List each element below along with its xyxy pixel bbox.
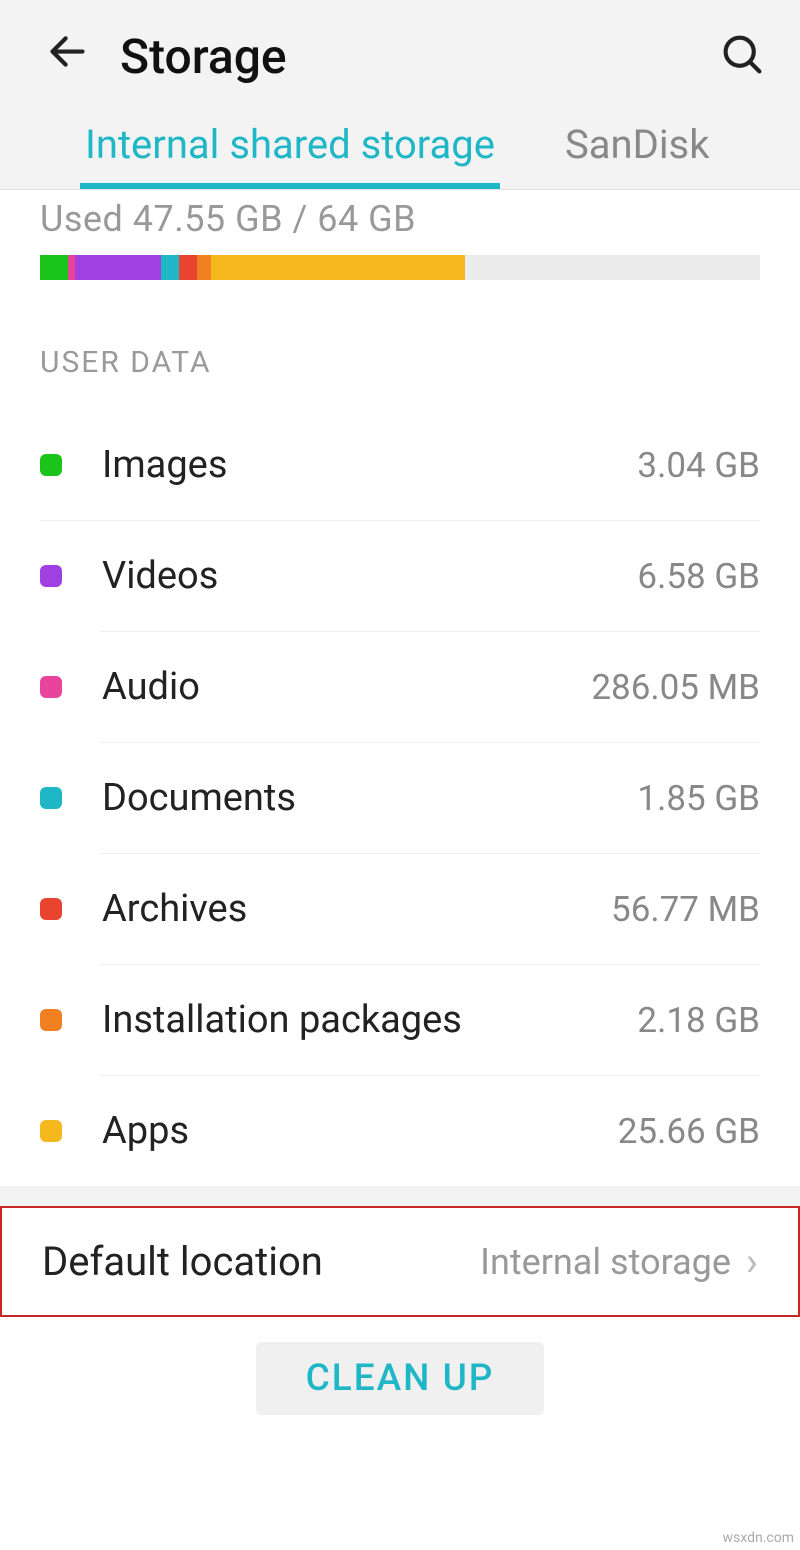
- usage-seg-packages: [197, 255, 211, 280]
- usage-seg-apps: [211, 255, 465, 280]
- default-location-label: Default location: [42, 1238, 480, 1285]
- usage-bar: [40, 255, 760, 280]
- row-archives[interactable]: Archives 56.77 MB: [100, 854, 760, 965]
- usage-seg-documents: [161, 255, 179, 280]
- tab-internal-storage[interactable]: Internal shared storage: [80, 111, 500, 189]
- swatch-icon: [40, 676, 62, 698]
- row-videos[interactable]: Videos 6.58 GB: [100, 521, 760, 632]
- swatch-icon: [40, 898, 62, 920]
- row-value: 2.18 GB: [637, 1000, 760, 1041]
- row-label: Images: [102, 443, 637, 487]
- search-button[interactable]: [715, 27, 770, 86]
- row-value: 6.58 GB: [637, 556, 760, 597]
- tab-sandisk[interactable]: SanDisk: [560, 111, 715, 189]
- default-location-value: Internal storage: [480, 1241, 731, 1283]
- swatch-icon: [40, 1120, 62, 1142]
- usage-seg-images: [40, 255, 68, 280]
- row-label: Apps: [102, 1109, 618, 1153]
- row-label: Documents: [102, 776, 637, 820]
- swatch-icon: [40, 787, 62, 809]
- row-value: 1.85 GB: [637, 778, 760, 819]
- row-label: Archives: [102, 887, 611, 931]
- row-label: Installation packages: [102, 998, 637, 1042]
- row-apps[interactable]: Apps 25.66 GB: [100, 1076, 760, 1186]
- page-title: Storage: [120, 28, 685, 85]
- row-packages[interactable]: Installation packages 2.18 GB: [100, 965, 760, 1076]
- swatch-icon: [40, 454, 62, 476]
- row-label: Videos: [102, 554, 637, 598]
- row-images[interactable]: Images 3.04 GB: [40, 410, 760, 521]
- search-icon: [720, 32, 765, 77]
- row-value: 3.04 GB: [637, 445, 760, 486]
- back-arrow-icon: [45, 29, 90, 74]
- usage-summary: Used 47.55 GB / 64 GB: [0, 190, 800, 255]
- row-documents[interactable]: Documents 1.85 GB: [100, 743, 760, 854]
- row-audio[interactable]: Audio 286.05 MB: [100, 632, 760, 743]
- usage-seg-videos: [75, 255, 161, 280]
- row-label: Audio: [102, 665, 591, 709]
- section-user-data: USER DATA: [0, 330, 800, 410]
- default-location-row[interactable]: Default location Internal storage ›: [0, 1206, 800, 1317]
- row-value: 286.05 MB: [591, 667, 760, 708]
- swatch-icon: [40, 565, 62, 587]
- row-value: 25.66 GB: [618, 1111, 760, 1152]
- usage-seg-audio: [68, 255, 75, 280]
- watermark: wsxdn.com: [723, 1530, 794, 1546]
- row-value: 56.77 MB: [611, 889, 760, 930]
- cleanup-button[interactable]: CLEAN UP: [256, 1342, 545, 1415]
- storage-tabs: Internal shared storage SanDisk: [0, 111, 800, 190]
- back-button[interactable]: [45, 29, 90, 84]
- chevron-right-icon: ›: [746, 1238, 758, 1285]
- usage-seg-archives: [179, 255, 197, 280]
- swatch-icon: [40, 1009, 62, 1031]
